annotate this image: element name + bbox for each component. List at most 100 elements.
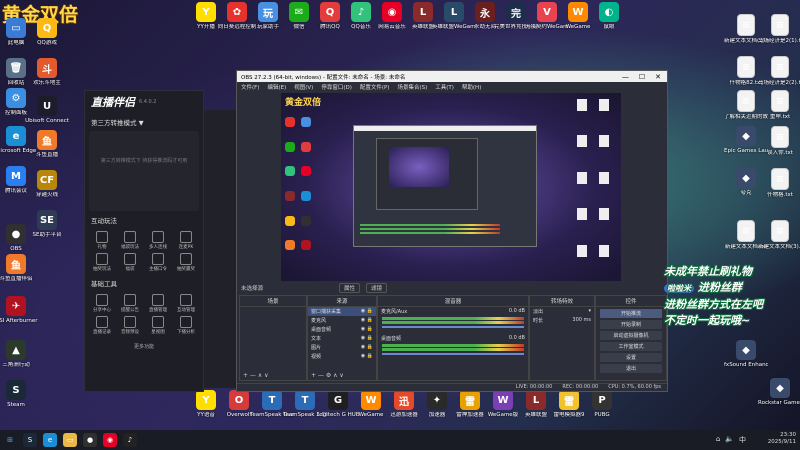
menu-item[interactable]: 编辑(E) <box>267 83 286 91</box>
tool-item[interactable]: 互动管理 <box>173 294 199 313</box>
volume-slider[interactable] <box>382 353 524 355</box>
control-button[interactable]: 开始录制 <box>600 320 662 329</box>
douyin-taskbar-icon[interactable]: ♪ <box>123 433 137 447</box>
control-panel-icon: ⚙ <box>6 88 26 108</box>
tool-item[interactable]: 多人连线 <box>145 231 171 250</box>
control-button[interactable]: 启动虚拟摄像机 <box>600 331 662 340</box>
tool-item[interactable]: 抽奖玩法 <box>89 253 115 272</box>
filters-button[interactable]: 滤镜 <box>366 283 388 293</box>
visibility-icon[interactable]: ◉ 🔒 <box>361 326 373 333</box>
desktop-shortcut[interactable]: P PUBG <box>580 390 624 418</box>
tool-item[interactable]: 直播管理 <box>145 294 171 313</box>
tool-item[interactable]: 抽奖赢奖 <box>173 253 199 272</box>
tool-item[interactable]: 音频预设 <box>117 316 143 335</box>
properties-button[interactable]: 属性 <box>339 283 361 293</box>
edge-taskbar-icon[interactable]: e <box>43 433 57 447</box>
accelerator-icon: ✦ <box>427 390 447 410</box>
visibility-icon[interactable]: ◉ 🔒 <box>361 308 373 315</box>
scenes-dock[interactable]: 场景 + — ∧ ∨ <box>239 295 307 381</box>
tool-label: 分享中心 <box>93 308 111 313</box>
obs-preview-canvas[interactable]: 黄金双倍 <box>281 93 621 281</box>
close-icon[interactable]: ✕ <box>655 73 661 81</box>
source-item[interactable]: 文本 ◉ 🔒 <box>308 334 376 343</box>
menu-item[interactable]: 工具(T) <box>435 83 454 91</box>
desktop-shortcut[interactable]: ◆ Rockstar Games <box>758 378 800 406</box>
desktop-shortcut[interactable]: S Steam <box>0 380 38 408</box>
control-button[interactable]: 开始推流 <box>600 309 662 318</box>
menu-item[interactable]: 停靠窗口(D) <box>321 83 352 91</box>
menu-item[interactable]: 场景集合(S) <box>397 83 427 91</box>
stream-mode-dropdown[interactable]: 第三方转推模式 ▼ <box>85 113 203 131</box>
desktop-shortcut[interactable]: ≡ 马场经济是2(1).txt <box>758 14 800 44</box>
desktop-shortcut[interactable]: 鱼斗鱼直播伴侣 <box>0 254 38 282</box>
desktop-shortcut[interactable]: ≡ 重申.txt <box>758 90 800 120</box>
tool-item[interactable]: 主播口令 <box>145 253 171 272</box>
desktop-shortcut[interactable]: ✈ MSI Afterburner <box>0 296 38 324</box>
tool-item[interactable]: 提醒公告 <box>117 294 143 313</box>
tool-item[interactable]: 直播记录 <box>89 316 115 335</box>
tool-item[interactable]: 下播分析 <box>173 316 199 335</box>
preview-banner: 黄金双倍 <box>285 98 322 108</box>
desktop-shortcut[interactable]: 鱼斗鱼直播 <box>25 130 69 158</box>
network-icon[interactable]: ⌂ <box>716 435 720 445</box>
desktop-shortcut[interactable]: ◆ fxSound Enhancer <box>724 340 768 368</box>
mixer-dock[interactable]: 混音器 麦克风/Aux 0.0 dB 桌面音频 0.0 dB <box>377 295 529 381</box>
visibility-icon[interactable]: ◉ 🔒 <box>361 353 373 360</box>
system-tray-icons[interactable]: ⌂ 🔈 中 <box>716 435 746 445</box>
desktop-shortcut[interactable]: Q QQ游戏 <box>25 18 69 46</box>
sources-dock[interactable]: 来源 窗口捕获采集 ◉ 🔒 麦克风 ◉ 🔒 桌面音频 ◉ 🔒 文本 ◉ 🔒 图片 ◉ 🔒 视频 ◉ 🔒… <box>307 295 377 381</box>
steam-taskbar-icon[interactable]: S <box>23 433 37 447</box>
source-item[interactable]: 图片 ◉ 🔒 <box>308 343 376 352</box>
transitions-dock[interactable]: 转场特效 淡出 ▾ 时长 300 ms <box>529 295 595 381</box>
live-companion-window[interactable]: 直播伴侣 6.4.0.2 第三方转推模式 ▼ 第三方转推模式下 待获得推流码才可… <box>84 90 204 392</box>
desktop-shortcut[interactable]: ≡ 误入你.txt <box>758 126 800 156</box>
desktop-shortcut[interactable]: ◐ 鼠眼 <box>587 2 631 30</box>
volume-icon[interactable]: 🔈 <box>725 435 734 445</box>
source-item[interactable]: 视频 ◉ 🔒 <box>308 352 376 361</box>
more-features-link[interactable]: 更多功能 <box>85 343 203 350</box>
desktop-shortcut[interactable]: ▲ 三角洲行动 <box>0 340 38 368</box>
folder-taskbar-icon[interactable]: ▭ <box>63 433 77 447</box>
tool-item[interactable]: 星视图 <box>145 316 171 335</box>
visibility-icon[interactable]: ◉ 🔒 <box>361 317 373 324</box>
input-language[interactable]: 中 <box>739 435 746 445</box>
source-item[interactable]: 麦克风 ◉ 🔒 <box>308 316 376 325</box>
visibility-icon[interactable]: ◉ 🔒 <box>361 344 373 351</box>
tool-item[interactable]: 分享中心 <box>89 294 115 313</box>
tool-item[interactable]: 福袋 <box>117 253 143 272</box>
control-button[interactable]: 工作室模式 <box>600 342 662 351</box>
desktop-shortcut[interactable]: U Ubisoft Connect <box>25 96 69 124</box>
desktop-shortcut[interactable]: CF 穿越火线 <box>25 170 69 198</box>
transition-select[interactable]: 淡出 ▾ <box>530 307 594 316</box>
source-item[interactable]: 桌面音频 ◉ 🔒 <box>308 325 376 334</box>
netease-taskbar-icon[interactable]: ◉ <box>103 433 117 447</box>
menu-item[interactable]: 文件(F) <box>241 83 259 91</box>
controls-dock[interactable]: 控件 开始推流 开始录制 启动虚拟摄像机 工作室模式 设置 退出 <box>595 295 667 381</box>
control-button[interactable]: 设置 <box>600 353 662 362</box>
start-icon[interactable]: ⊞ <box>3 433 17 447</box>
maximize-icon[interactable]: ☐ <box>639 73 645 81</box>
menu-item[interactable]: 配置文件(P) <box>360 83 390 91</box>
control-button[interactable]: 退出 <box>600 364 662 373</box>
obs-taskbar-icon[interactable]: ● <box>83 433 97 447</box>
scenes-footer[interactable]: + — ∧ ∨ <box>240 372 306 380</box>
sources-footer[interactable]: + — ⚙ ∧ ∨ <box>308 372 376 380</box>
desktop-shortcut[interactable]: ≡ 马场经济是2(2).txt <box>758 56 800 86</box>
desktop-shortcut[interactable]: 斗欢乐斗地主 <box>25 58 69 86</box>
basic-tools: 分享中心 提醒公告 直播管理 互动管理直播记录 音频预设 星视图 下播分析 <box>85 292 203 337</box>
menu-item[interactable]: 视图(V) <box>294 83 313 91</box>
tool-item[interactable]: 连麦PK <box>173 231 199 250</box>
duration-field[interactable]: 时长 300 ms <box>530 316 594 325</box>
desktop-shortcut[interactable]: ≡ 仟物格.txt <box>758 168 800 198</box>
source-item[interactable]: 窗口捕获采集 ◉ 🔒 <box>308 307 376 316</box>
obs-window[interactable]: OBS 27.2.3 (64-bit, windows) - 配置文件: 未命名… <box>236 70 668 392</box>
desktop-shortcut[interactable]: ≡ 新建文本文档(3).txt <box>758 220 800 250</box>
desktop-shortcut[interactable]: SE SE助手平台 <box>25 210 69 238</box>
tool-item[interactable]: 福袋玩法 <box>117 231 143 250</box>
menu-item[interactable]: 帮助(H) <box>462 83 481 91</box>
volume-slider[interactable] <box>382 326 524 328</box>
clock[interactable]: 23:30 2025/9/11 <box>768 432 796 446</box>
tool-item[interactable]: 礼物 <box>89 231 115 250</box>
visibility-icon[interactable]: ◉ 🔒 <box>361 335 373 342</box>
minimize-icon[interactable]: — <box>622 73 629 81</box>
